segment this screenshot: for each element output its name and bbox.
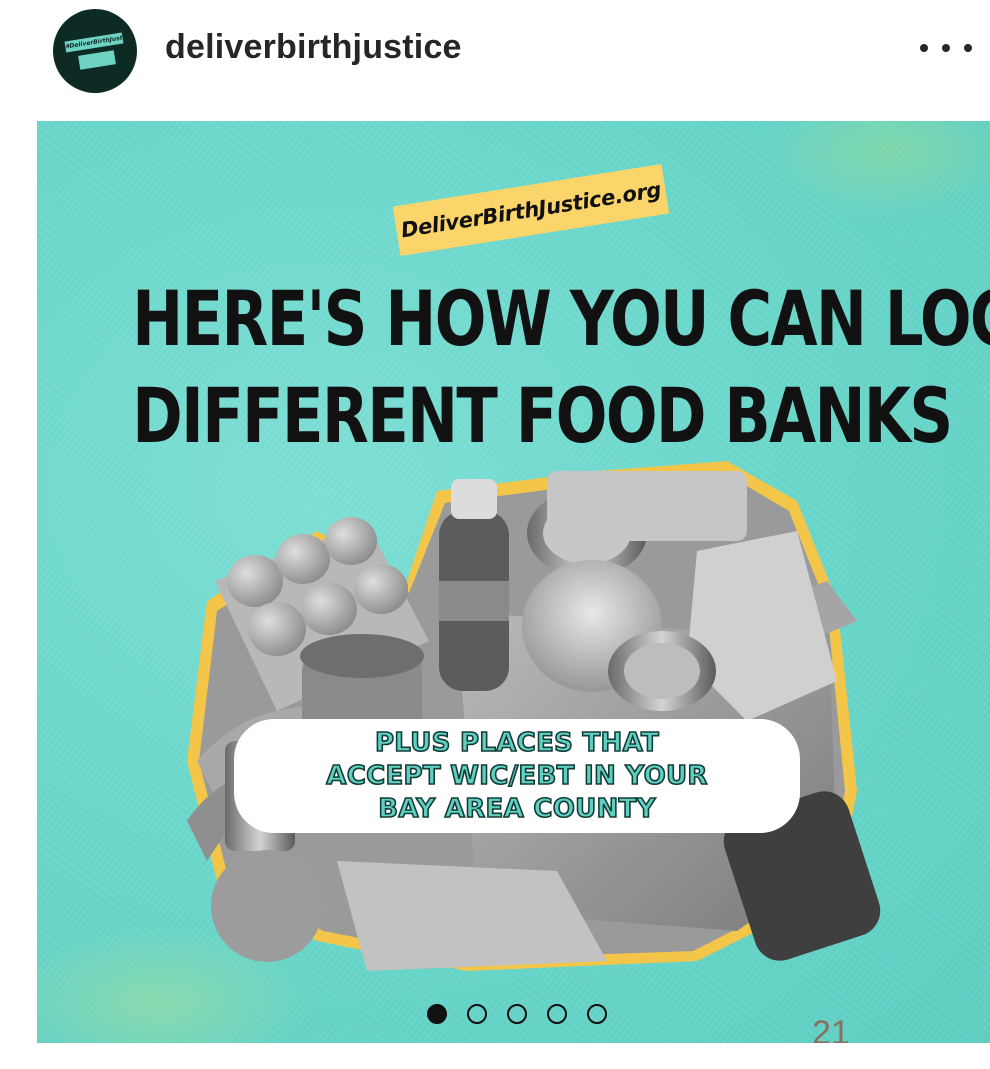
site-tag: DeliverBirthJustice.org [392, 164, 670, 256]
can-lid [624, 643, 700, 699]
caption-line: ACCEPT WIC/EBT IN YOUR [325, 760, 708, 792]
egg [325, 517, 377, 565]
carousel-dot-5[interactable] [587, 1004, 607, 1024]
more-dots-icon [920, 44, 928, 52]
bottle-cap [451, 479, 497, 519]
jar-lid [300, 634, 424, 678]
headline: HERE'S HOW YOU CAN LOCATE DIFFERENT FOOD… [37, 271, 990, 464]
egg [248, 602, 306, 656]
more-options-button[interactable] [920, 36, 972, 60]
caption-line: BAY AREA COUNTY [377, 793, 656, 825]
avatar-tag: #DeliverBirthJustice [64, 32, 124, 53]
headline-line: DIFFERENT FOOD BANKS [132, 370, 953, 460]
page-number: 21 [812, 1014, 850, 1043]
egg [227, 555, 283, 607]
avatar-tag-block [78, 50, 116, 70]
background-glow [760, 121, 990, 221]
egg [276, 534, 330, 584]
egg [354, 564, 408, 614]
bottle-label [439, 581, 509, 621]
carousel-dot-2[interactable] [467, 1004, 487, 1024]
caption-pill: PLUS PLACES THAT ACCEPT WIC/EBT IN YOUR … [234, 719, 800, 833]
carousel-dot-1[interactable] [427, 1004, 447, 1024]
headline-line: HERE'S HOW YOU CAN LOCATE [132, 274, 990, 363]
post-image[interactable]: DeliverBirthJustice.org HERE'S HOW YOU C… [37, 121, 990, 1043]
avatar[interactable]: #DeliverBirthJustice [53, 9, 137, 93]
beans-bag [547, 471, 747, 541]
egg [301, 583, 357, 635]
caption-line: PLUS PLACES THAT [374, 727, 660, 759]
site-tag-text: DeliverBirthJustice.org [399, 177, 663, 243]
more-dots-icon [964, 44, 972, 52]
more-dots-icon [942, 44, 950, 52]
carousel-dot-3[interactable] [507, 1004, 527, 1024]
carousel-indicator [427, 1001, 607, 1027]
username[interactable]: deliverbirthjustice [165, 28, 462, 67]
apple [211, 850, 323, 962]
post-header: #DeliverBirthJustice deliverbirthjustice [0, 0, 990, 110]
carousel-dot-4[interactable] [547, 1004, 567, 1024]
